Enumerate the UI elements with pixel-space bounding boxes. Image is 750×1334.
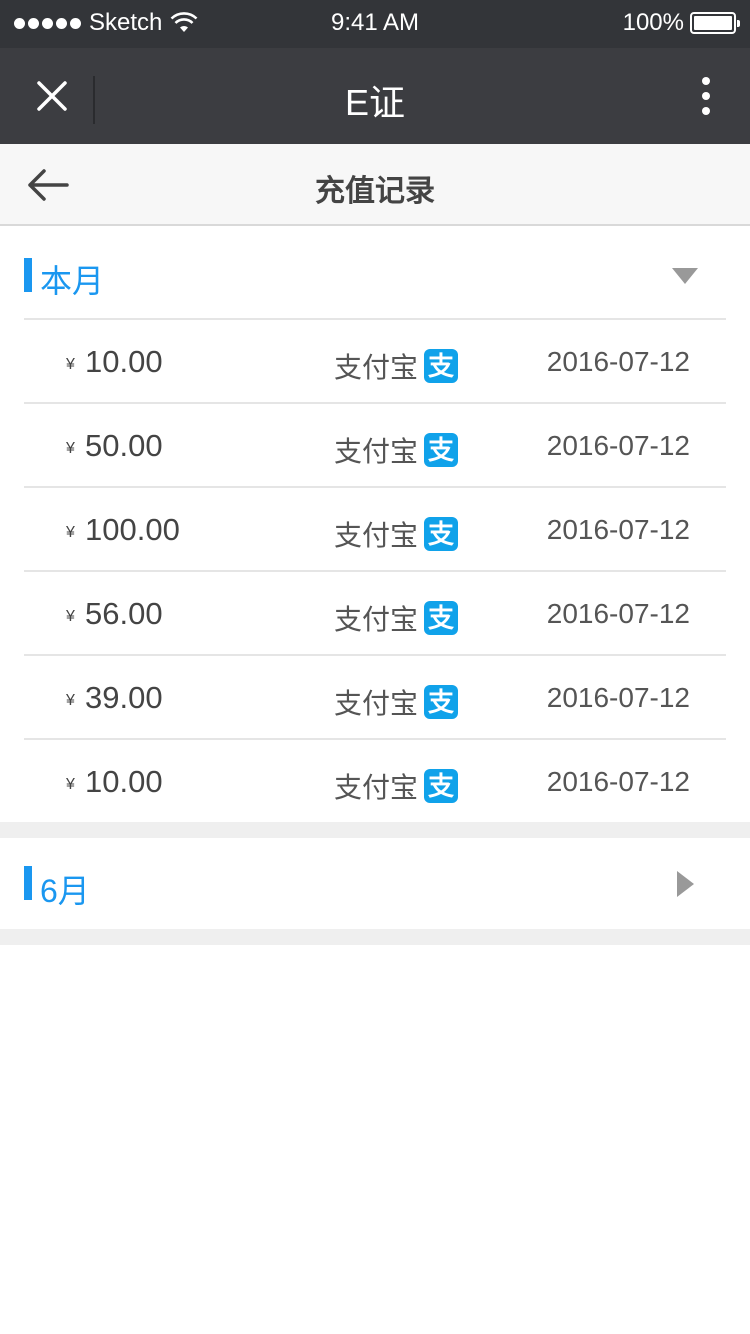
section-title: 本月 (40, 263, 105, 299)
section-accent-bar (24, 866, 32, 900)
record-list: ¥ 10.00 支付宝支 2016-07-12 ¥ 50.00 支付宝支 201… (0, 318, 750, 822)
record-date: 2016-07-12 (546, 766, 690, 797)
payment-method: 支付宝支 (334, 514, 459, 554)
record-date: 2016-07-12 (546, 430, 690, 461)
currency-symbol: ¥ (66, 356, 75, 373)
payment-method-label: 支付宝 (334, 772, 419, 803)
record-date: 2016-07-12 (546, 346, 690, 377)
section-divider (0, 822, 750, 838)
section-accent-bar (24, 258, 32, 292)
amount: 10.00 (85, 764, 163, 799)
expand-triangle-icon[interactable] (677, 871, 694, 897)
section-divider (0, 929, 750, 945)
payment-method-label: 支付宝 (334, 688, 419, 719)
page-title: 充值记录 (315, 175, 435, 208)
record-row[interactable]: ¥ 50.00 支付宝支 2016-07-12 (24, 402, 726, 486)
record-row[interactable]: ¥ 100.00 支付宝支 2016-07-12 (24, 486, 726, 570)
more-button[interactable] (686, 72, 726, 120)
amount: 100.00 (85, 512, 180, 547)
record-row[interactable]: ¥ 56.00 支付宝支 2016-07-12 (24, 570, 726, 654)
payment-method: 支付宝支 (334, 598, 459, 638)
record-row[interactable]: ¥ 10.00 支付宝支 2016-07-12 (24, 738, 726, 822)
record-date: 2016-07-12 (546, 682, 690, 713)
currency-symbol: ¥ (66, 692, 75, 709)
alipay-icon: 支 (424, 433, 459, 467)
amount: 56.00 (85, 596, 163, 631)
payment-method-label: 支付宝 (334, 352, 419, 383)
payment-method-label: 支付宝 (334, 604, 419, 635)
payment-method: 支付宝支 (334, 346, 459, 386)
currency-symbol: ¥ (66, 440, 75, 457)
section-header-june[interactable]: 6月 (0, 838, 750, 932)
battery-icon (690, 12, 740, 34)
collapse-triangle-icon[interactable] (672, 268, 698, 284)
alipay-icon: 支 (424, 685, 459, 719)
payment-method: 支付宝支 (334, 682, 459, 722)
record-date: 2016-07-12 (546, 514, 690, 545)
section-title: 6月 (40, 873, 90, 909)
status-right: 100% (622, 9, 740, 37)
amount: 50.00 (85, 428, 163, 463)
record-date: 2016-07-12 (546, 598, 690, 629)
more-icon (702, 77, 710, 85)
alipay-icon: 支 (424, 601, 459, 635)
amount: 39.00 (85, 680, 163, 715)
alipay-icon: 支 (424, 769, 459, 803)
battery-percent: 100% (622, 9, 684, 36)
alipay-icon: 支 (424, 517, 459, 551)
currency-symbol: ¥ (66, 776, 75, 793)
app-bar: E证 (0, 48, 750, 144)
currency-symbol: ¥ (66, 608, 75, 625)
alipay-icon: 支 (424, 349, 459, 383)
app-title: E证 (344, 82, 405, 123)
currency-symbol: ¥ (66, 524, 75, 541)
status-bar: Sketch 9:41 AM 100% (0, 0, 750, 48)
nav-bar: 充值记录 (0, 144, 750, 226)
record-row[interactable]: ¥ 10.00 支付宝支 2016-07-12 (24, 318, 726, 402)
section-header-current-month[interactable]: 本月 (0, 226, 750, 320)
record-row[interactable]: ¥ 39.00 支付宝支 2016-07-12 (24, 654, 726, 738)
payment-method: 支付宝支 (334, 766, 459, 806)
amount: 10.00 (85, 344, 163, 379)
payment-method-label: 支付宝 (334, 520, 419, 551)
payment-method-label: 支付宝 (334, 436, 419, 467)
payment-method: 支付宝支 (334, 430, 459, 470)
